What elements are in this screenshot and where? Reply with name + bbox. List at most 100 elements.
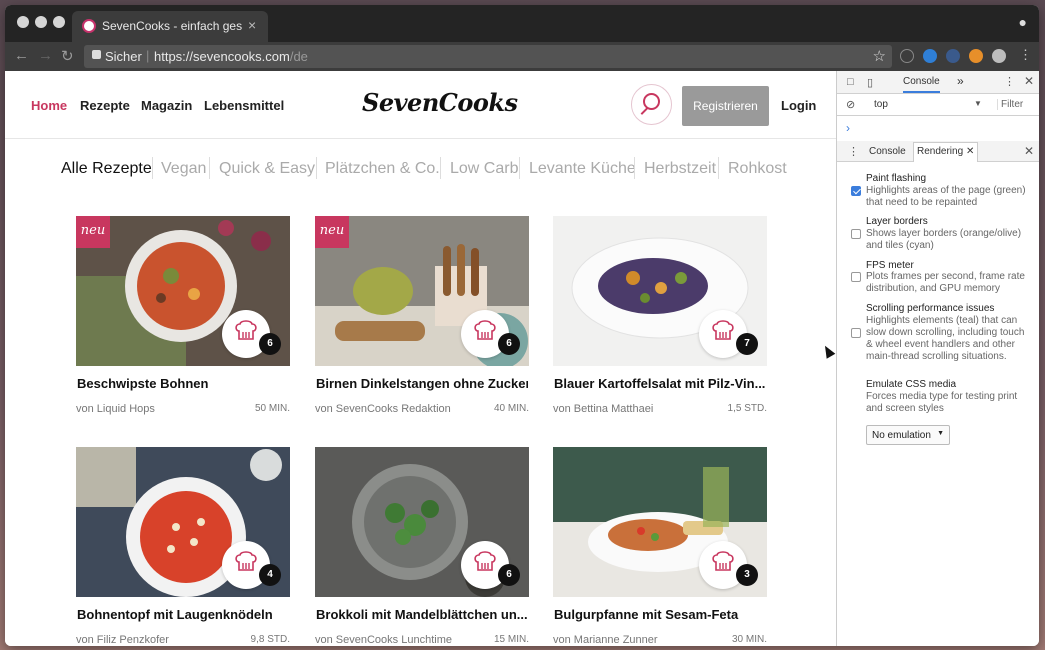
difficulty-count: 6 [498,564,520,586]
recipe-time: 30 MIN. [731,634,767,645]
recipe-author[interactable]: von SevenCooks Redaktion [315,403,451,415]
category-rohkost[interactable]: Rohkost [728,160,787,178]
category-divider [316,157,317,179]
more-tabs-icon[interactable]: » [957,74,964,88]
console-prompt-icon[interactable]: › [846,121,850,135]
recipe-card[interactable]: 7 Blauer Kartoffelsalat mit Pilz-Vin... … [553,216,767,426]
site-logo[interactable]: SevenCooks [362,88,518,117]
chrome-menu-icon[interactable]: ⋮ [1019,47,1032,63]
category-plaetzchen[interactable]: Plätzchen & Co. [325,160,440,178]
recipe-card[interactable]: 3 Bulgurpfanne mit Sesam-Feta von Marian… [553,447,767,646]
address-bar[interactable]: Sicher | https://sevencooks.com/de ☆ [84,45,892,68]
reload-icon[interactable]: ↻ [61,47,74,65]
devtools-menu-icon[interactable]: ⋮ [1004,75,1015,88]
recipe-title[interactable]: Beschwipste Bohnen [77,376,289,391]
nav-rezepte[interactable]: Rezepte [80,98,130,113]
search-button[interactable] [631,84,672,125]
drawer-menu-icon[interactable]: ⋮ [848,145,859,158]
category-vegan[interactable]: Vegan [161,160,206,178]
recipe-author[interactable]: von Bettina Matthaei [553,403,653,415]
incognito-icon[interactable]: ● [1019,14,1027,30]
recipe-title[interactable]: Bohnentopf mit Laugenknödeln [77,607,289,622]
login-link[interactable]: Login [781,98,816,113]
browser-tab[interactable]: SevenCooks - einfach gesund × [72,11,268,42]
recipe-title[interactable]: Brokkoli mit Mandelblättchen un... [316,607,528,622]
recipe-title[interactable]: Blauer Kartoffelsalat mit Pilz-Vin... [554,376,766,391]
category-low-carb[interactable]: Low Carb [450,160,518,178]
favicon-icon [82,19,96,33]
forward-icon[interactable]: → [38,47,53,64]
layer-borders-title: Layer borders [866,216,928,227]
recipe-time: 9,8 STD. [250,634,290,645]
category-alle-rezepte[interactable]: Alle Rezepte [61,160,152,178]
extension-butterfly-icon[interactable] [923,49,937,63]
drawer-tab-console[interactable]: Console [869,146,906,157]
category-divider [152,157,153,179]
scrolling-issues-desc: Highlights elements (teal) that can slow… [866,315,1025,362]
context-select[interactable]: top [874,99,888,110]
difficulty-count: 3 [736,564,758,586]
category-levante-kueche[interactable]: Levante Küche [529,160,636,178]
recipe-card[interactable]: 6 Brokkoli mit Mandelblättchen un... von… [315,447,529,646]
extension-react-icon[interactable] [946,49,960,63]
recipe-author[interactable]: von SevenCooks Lunchtime [315,634,452,646]
minimize-window-button[interactable] [35,16,47,28]
scrolling-issues-checkbox[interactable] [851,328,861,338]
console-filter-input[interactable]: Filter [997,99,1023,110]
recipe-time: 50 MIN. [254,403,290,414]
select-dropdown-icon: ▼ [937,430,944,437]
site-header: Home Rezepte Magazin Lebensmittel SevenC… [5,71,836,139]
recipe-title[interactable]: Birnen Dinkelstangen ohne Zucker [316,376,528,391]
drawer-tab-rendering[interactable]: Rendering ✕ [913,142,979,162]
category-divider [519,157,520,179]
category-quick-easy[interactable]: Quick & Easy [219,160,315,178]
maximize-window-button[interactable] [53,16,65,28]
recipe-author[interactable]: von Filiz Penzkofer [76,634,169,646]
inspect-element-icon[interactable]: □ [847,76,854,88]
url-text[interactable]: https://sevencooks.com/de [154,49,308,64]
paint-flashing-checkbox[interactable] [851,186,861,196]
lock-icon [92,50,101,59]
recipe-author[interactable]: von Liquid Hops [76,403,155,415]
web-page: Home Rezepte Magazin Lebensmittel SevenC… [5,71,836,646]
fps-meter-checkbox[interactable] [851,272,861,282]
drawer-tab-bar: ⋮ Console Rendering ✕ ✕ [837,141,1039,162]
nav-lebensmittel[interactable]: Lebensmittel [204,98,284,113]
back-icon[interactable]: ← [14,47,29,64]
clear-console-icon[interactable]: ⊘ [846,98,855,111]
extension-firefox-icon[interactable] [969,49,983,63]
recipe-card[interactable]: 4 Bohnentopf mit Laugenknödeln von Filiz… [76,447,290,646]
difficulty-count: 7 [736,333,758,355]
browser-toolbar: ← → ↻ Sicher | https://sevencooks.com/de… [5,42,1039,71]
register-button[interactable]: Registrieren [682,86,769,126]
nav-magazin[interactable]: Magazin [141,98,192,113]
drawer-tab-close-icon[interactable]: ✕ [966,146,974,157]
recipe-card[interactable]: neu 6 Birnen Dinkelstangen ohne Zucker v… [315,216,529,426]
difficulty-count: 6 [259,333,281,355]
context-dropdown-icon[interactable]: ▼ [974,99,982,108]
close-window-button[interactable] [17,16,29,28]
nav-home[interactable]: Home [31,98,67,113]
devtools-tab-console[interactable]: Console [903,76,940,93]
recipe-title[interactable]: Bulgurpfanne mit Sesam-Feta [554,607,766,622]
layer-borders-checkbox[interactable] [851,229,861,239]
recipe-card[interactable]: neu 6 Beschwipste Bohnen von Liquid Hops… [76,216,290,426]
bookmark-star-icon[interactable]: ☆ [873,47,886,65]
category-divider [718,157,719,179]
category-herbstzeit[interactable]: Herbstzeit [644,160,716,178]
secure-label: Sicher [105,49,142,64]
device-toolbar-icon[interactable]: ▯ [867,76,873,89]
recipe-author[interactable]: von Marianne Zunner [553,634,658,646]
extension-profile-icon[interactable] [992,49,1006,63]
category-divider [440,157,441,179]
tab-title: SevenCooks - einfach gesund [102,19,242,33]
devtools-close-icon[interactable]: ✕ [1024,74,1034,88]
extension-info-icon[interactable] [900,49,914,63]
tab-close-icon[interactable]: × [248,17,256,33]
console-toolbar: ⊘ top ▼ Filter [837,94,1039,116]
scrolling-issues-title: Scrolling performance issues [866,303,995,314]
emulate-media-select[interactable]: No emulation ▼ [866,425,950,445]
devtools-panel: □ ▯ Console » ⋮ ✕ ⊘ top ▼ Filter › ⋮ Con… [836,71,1039,646]
drawer-close-icon[interactable]: ✕ [1024,144,1034,158]
emulate-media-title: Emulate CSS media [866,379,957,390]
